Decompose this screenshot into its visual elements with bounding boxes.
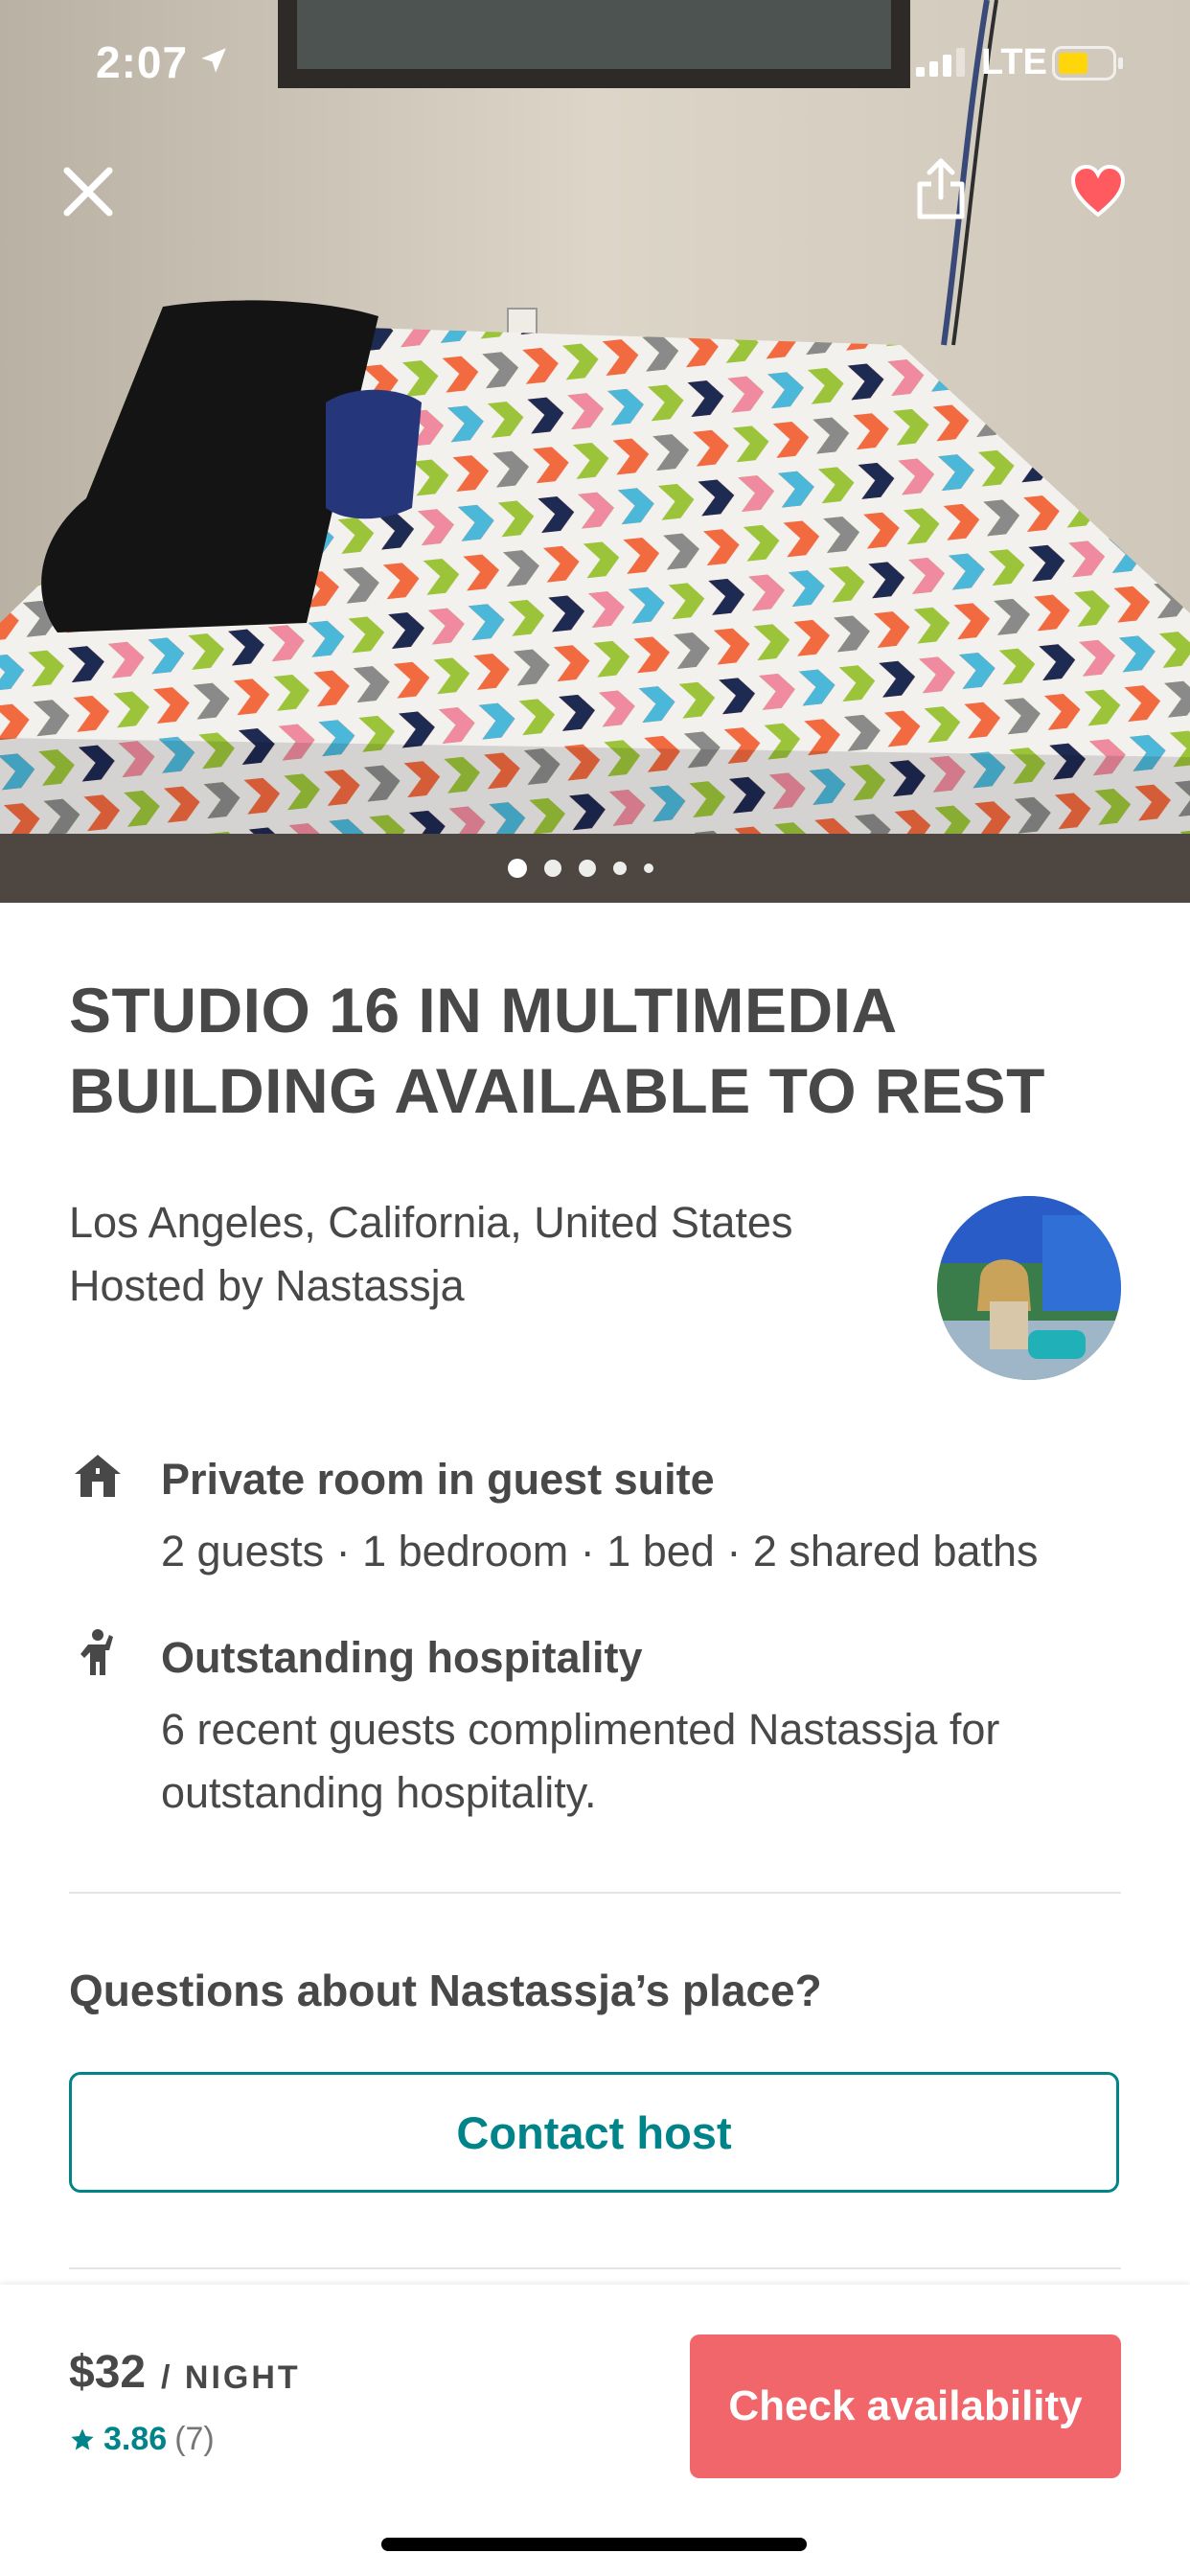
pagination-dot[interactable] bbox=[613, 862, 627, 875]
hospitality-icon bbox=[80, 1629, 113, 1675]
host-avatar[interactable] bbox=[937, 1196, 1121, 1380]
host-name[interactable]: Hosted by Nastassja bbox=[69, 1261, 465, 1311]
host-avatar-image bbox=[937, 1196, 1121, 1380]
room-capacity: 2 guests · 1 bedroom · 1 bed · 2 shared … bbox=[161, 1527, 1039, 1576]
listing-title-line2: BUILDING AVAILABLE TO REST bbox=[69, 1055, 1045, 1126]
photo-pagination[interactable] bbox=[508, 859, 653, 878]
house-icon bbox=[75, 1455, 121, 1497]
section-divider bbox=[69, 2267, 1121, 2269]
network-type: LTE bbox=[981, 42, 1047, 82]
pagination-dot[interactable] bbox=[544, 860, 561, 877]
hospitality-description-line1: 6 recent guests complimented Nastassja f… bbox=[161, 1705, 1000, 1754]
rating-summary[interactable]: 3.86 (7) bbox=[69, 2421, 215, 2458]
heart-icon[interactable] bbox=[1069, 163, 1127, 220]
hospitality-description: 6 recent guests complimented Nastassja f… bbox=[161, 1698, 1119, 1825]
review-count: (7) bbox=[174, 2421, 215, 2457]
hospitality-title: Outstanding hospitality bbox=[161, 1633, 643, 1682]
listing-title: STUDIO 16 IN MULTIMEDIA BUILDING AVAILAB… bbox=[69, 970, 1123, 1131]
booking-footer: $32 / NIGHT 3.86 (7) Check availability bbox=[0, 2285, 1190, 2576]
status-bar: 2:07 LTE bbox=[0, 0, 1190, 129]
listing-photo-carousel[interactable]: 2:07 LTE bbox=[0, 0, 1190, 903]
questions-heading: Questions about Nastassja’s place? bbox=[69, 1966, 822, 2015]
section-divider bbox=[69, 1892, 1121, 1894]
nightly-price: $32 bbox=[69, 2347, 147, 2398]
pagination-dot[interactable] bbox=[579, 860, 596, 877]
room-type: Private room in guest suite bbox=[161, 1455, 715, 1504]
rating-value: 3.86 bbox=[103, 2421, 168, 2457]
contact-host-button[interactable]: Contact host bbox=[69, 2072, 1119, 2193]
pagination-dot[interactable] bbox=[644, 863, 653, 873]
listing-location: Los Angeles, California, United States bbox=[69, 1198, 793, 1247]
listing-title-line1: STUDIO 16 IN MULTIMEDIA bbox=[69, 975, 898, 1046]
check-availability-button[interactable]: Check availability bbox=[690, 2334, 1121, 2478]
pagination-dot[interactable] bbox=[508, 859, 527, 878]
battery-icon bbox=[1052, 46, 1123, 80]
location-arrow-icon bbox=[201, 48, 226, 73]
hospitality-description-line2: outstanding hospitality. bbox=[161, 1768, 597, 1817]
listing-photo bbox=[0, 0, 1190, 903]
close-icon[interactable] bbox=[57, 161, 119, 222]
status-time: 2:07 bbox=[96, 37, 189, 87]
signal-strength-icon bbox=[916, 48, 965, 77]
share-icon[interactable] bbox=[912, 157, 970, 220]
price-unit: / NIGHT bbox=[161, 2359, 301, 2396]
home-indicator[interactable] bbox=[381, 2538, 807, 2551]
star-icon bbox=[71, 2427, 94, 2450]
